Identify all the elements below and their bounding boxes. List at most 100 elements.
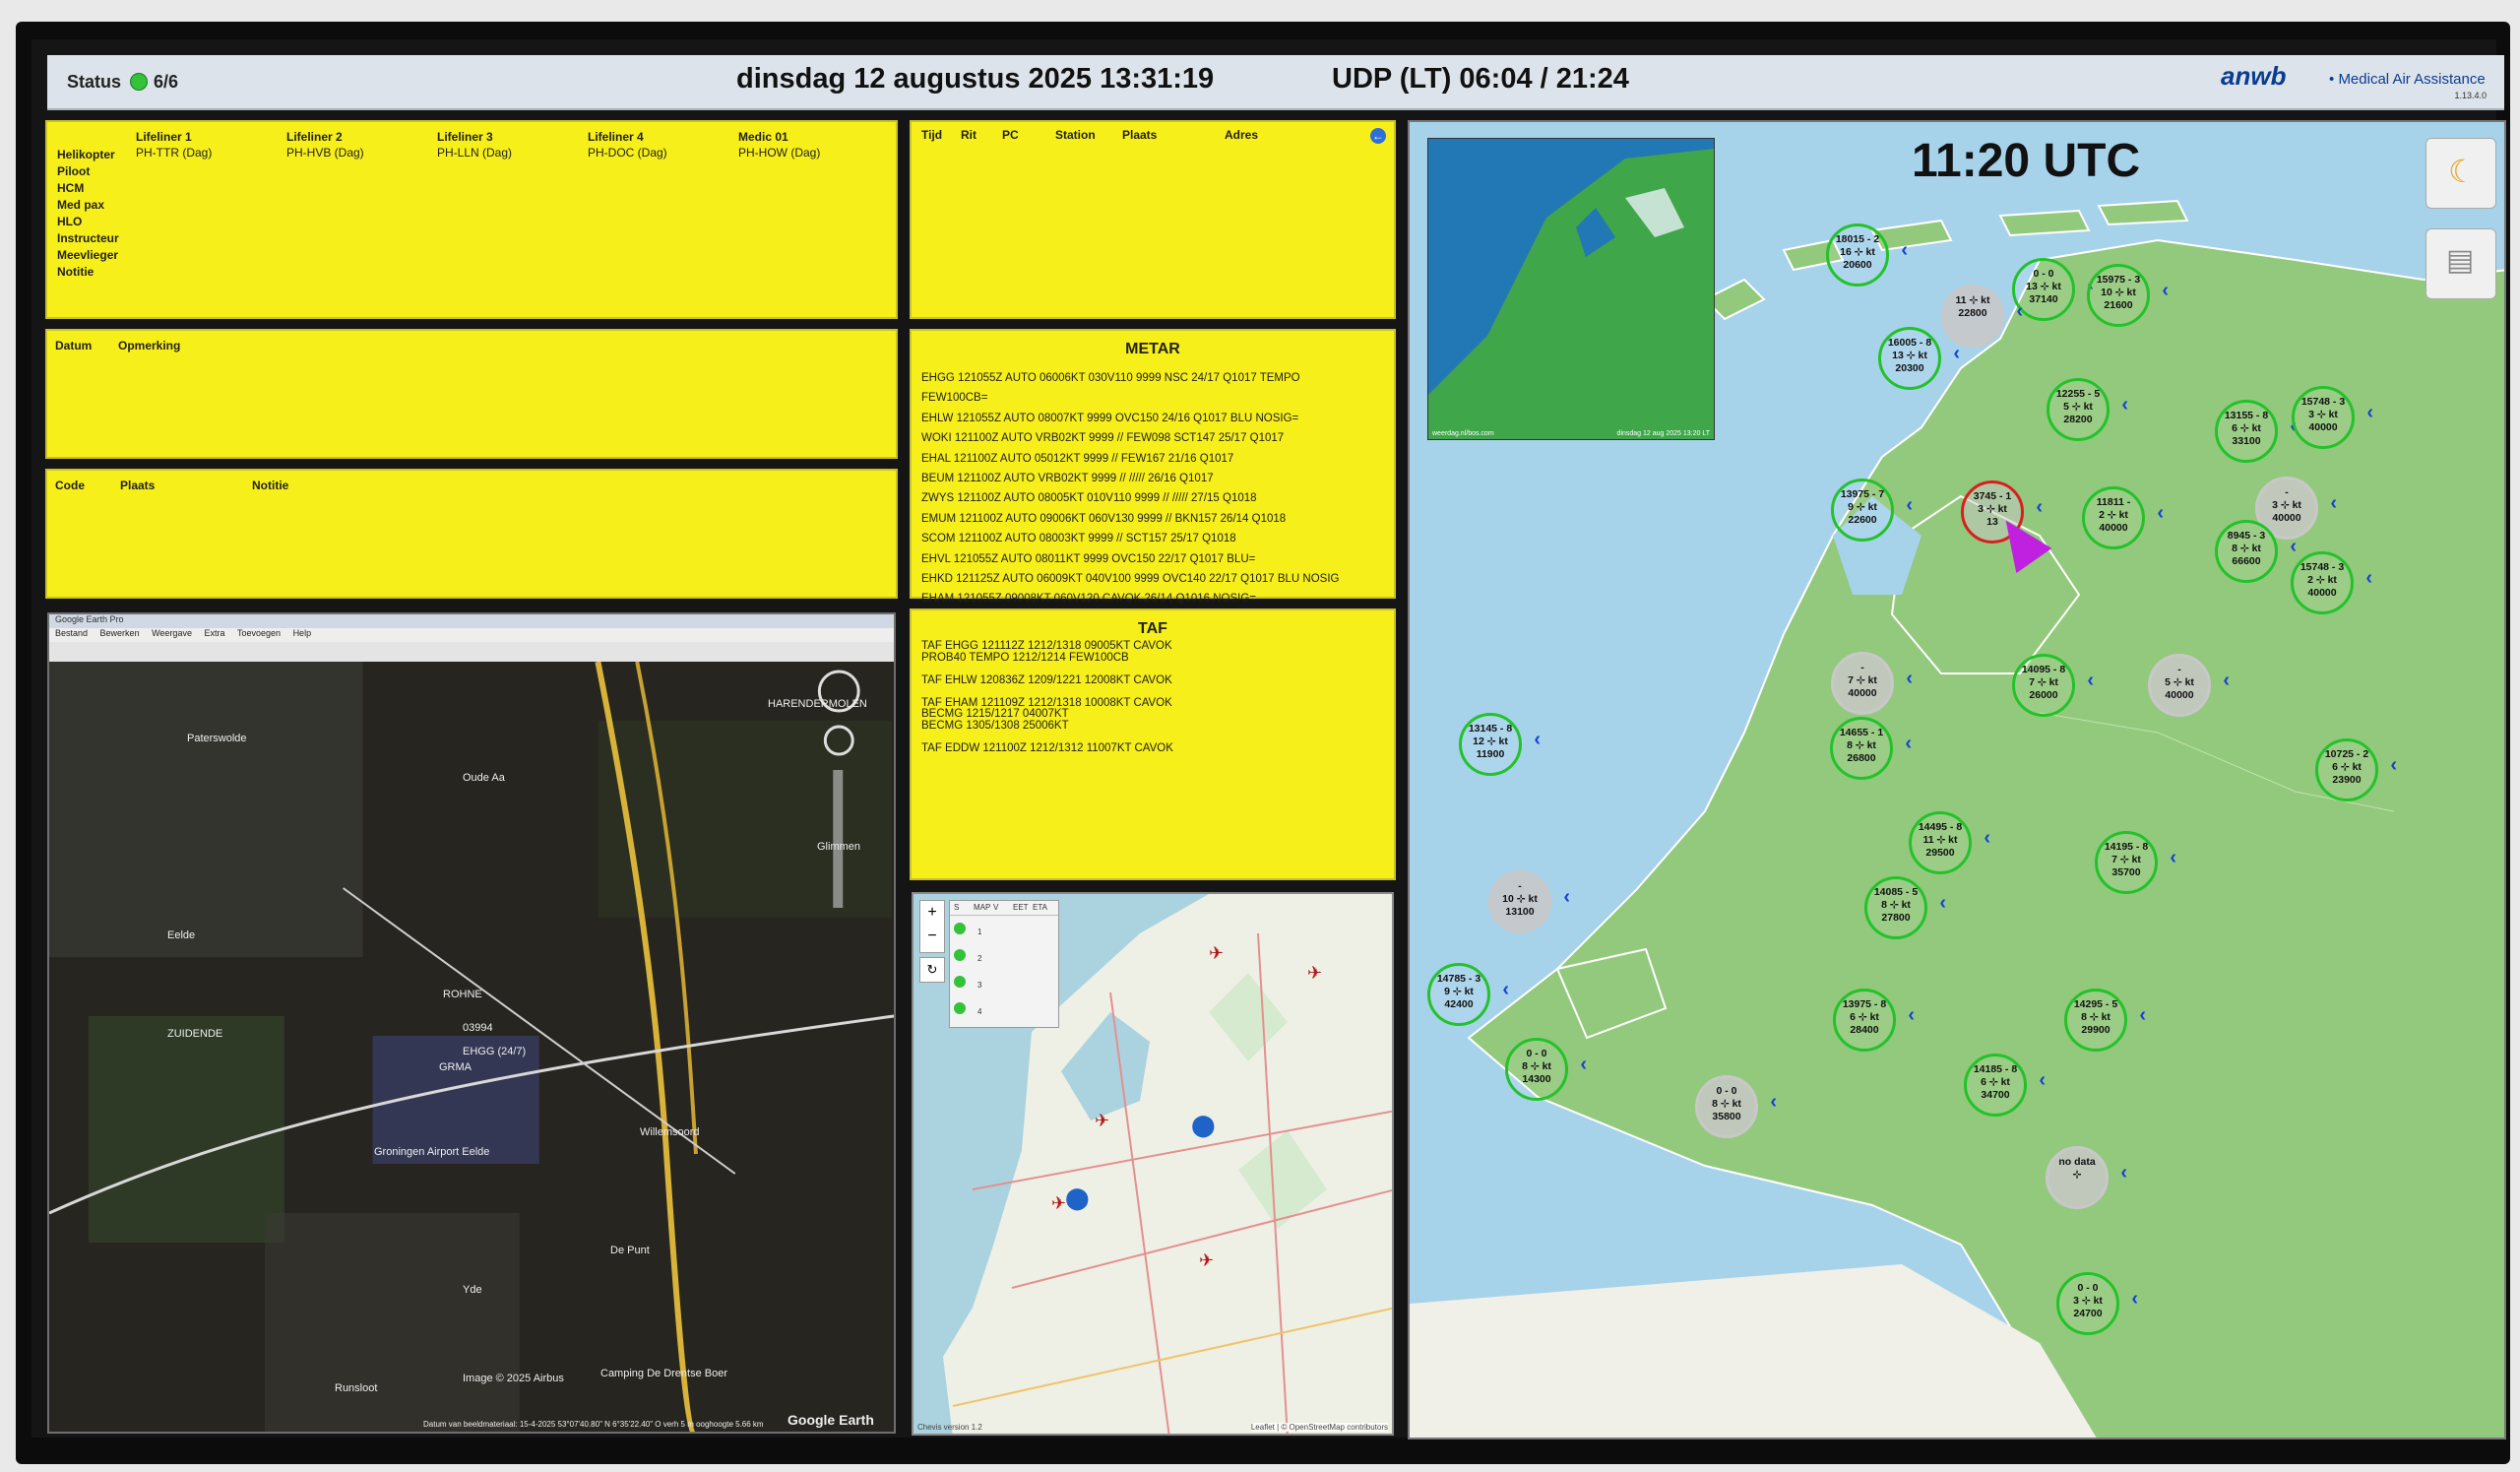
weather-station-marker[interactable]: 15975 - 3 10 ⊹ kt 21600 ‹ (2087, 264, 2169, 327)
aircraft-table-header: ETA (1033, 903, 1047, 912)
ge-map-label: De Punt (610, 1245, 650, 1256)
weather-station-marker[interactable]: 16005 - 8 13 ⊹ kt 20300 ‹ (1878, 327, 1960, 390)
station-l2: 8 ⊹ kt (1847, 739, 1876, 751)
codes-header-note: Notitie (252, 479, 289, 492)
weather-station-marker[interactable]: 0 - 08 ⊹ kt 14300 ‹ (1505, 1038, 1587, 1101)
wind-direction-icon: ‹ (2087, 670, 2094, 691)
station-l1: 14655 - 1 (1839, 727, 1884, 738)
weather-station-marker[interactable]: 13975 - 86 ⊹ kt 28400 ‹ (1833, 989, 1915, 1052)
refresh-icon[interactable]: ↻ (919, 957, 945, 983)
station-l1: 10725 - 2 (2324, 748, 2369, 760)
route-map[interactable]: + − ↻ S MAP V EET ETA 1 2 3 4 Chevis version 1.2… (912, 892, 1394, 1436)
crew-column-header[interactable]: Lifeliner 3 (437, 130, 493, 144)
ge-map-label: Runsloot (335, 1382, 378, 1394)
station-l2: 6 ⊹ kt (1981, 1076, 2010, 1088)
wind-direction-icon: ‹ (1563, 886, 1570, 908)
ge-map-label: Google Earth (788, 1412, 874, 1428)
aircraft-table-row[interactable]: 4 (954, 1002, 981, 1016)
weather-station-marker[interactable]: 14785 - 39 ⊹ kt 42400 ‹ (1427, 963, 1509, 1026)
weather-station-marker[interactable]: 14655 - 18 ⊹ kt 26800 ‹ (1830, 717, 1912, 780)
wind-direction-icon: ‹ (2162, 280, 2169, 301)
weather-station-marker[interactable]: 13155 - 86 ⊹ kt 33100 ‹ (2215, 400, 2297, 463)
back-arrow-icon[interactable]: ← (1370, 128, 1386, 144)
weather-station-marker[interactable]: 13975 - 79 ⊹ kt 22600 ‹ (1831, 479, 1913, 542)
status-label: Status (67, 72, 122, 92)
ge-menu-add[interactable]: Toevoegen (237, 628, 281, 638)
weather-station-marker[interactable]: 8945 - 38 ⊹ kt 66600 ‹ (2215, 520, 2297, 583)
weather-station-marker[interactable]: -7 ⊹ kt 40000 ‹ (1831, 652, 1913, 715)
wind-direction-icon: ‹ (2121, 394, 2128, 416)
weather-station-marker[interactable]: 10725 - 26 ⊹ kt 23900 ‹ (2315, 738, 2397, 801)
ge-menu-tools[interactable]: Extra (204, 628, 224, 638)
weather-station-marker[interactable]: -5 ⊹ kt 40000 ‹ (2148, 654, 2230, 717)
legend-button[interactable]: ▤ (2426, 228, 2496, 299)
weather-station-marker[interactable]: 14095 - 87 ⊹ kt 26000 ‹ (2012, 654, 2094, 717)
crew-column-header[interactable]: Lifeliner 2 (286, 130, 343, 144)
aircraft-table-row[interactable]: 2 (954, 949, 981, 963)
ge-map-label: Glimmen (817, 841, 861, 853)
wind-direction-icon: ‹ (2016, 300, 2023, 322)
weather-station-marker[interactable]: 0 - 08 ⊹ kt 35800 ‹ (1695, 1075, 1777, 1138)
location-pin-icon[interactable]: ⬤ (1191, 1113, 1216, 1138)
weather-station-marker[interactable]: 11811 -2 ⊹ kt 40000 ‹ (2082, 486, 2164, 549)
station-l1: 8945 - 3 (2227, 530, 2266, 542)
wind-direction-icon: ‹ (1901, 239, 1908, 261)
weather-station-marker[interactable]: 18015 - 2 16 ⊹ kt 20600 ‹ (1826, 224, 1908, 287)
crew-column-header[interactable]: Lifeliner 1 (136, 130, 192, 144)
zoom-controls[interactable]: + − (919, 900, 945, 953)
station-l1: 0 - 0 (2033, 268, 2054, 280)
crew-column-header[interactable]: Medic 01 (738, 130, 788, 144)
weather-station-marker[interactable]: 14085 - 58 ⊹ kt 27800 ‹ (1864, 876, 1946, 939)
weather-station-marker[interactable]: 0 - 03 ⊹ kt 24700 ‹ (2056, 1272, 2138, 1335)
osm-attribution[interactable]: Leaflet | © OpenStreetMap contributors (1250, 1423, 1388, 1432)
station-l1: 11811 - (2096, 496, 2131, 508)
station-l1: - (1518, 880, 1522, 892)
helicopter-icon[interactable]: ✈ (1307, 963, 1322, 984)
weather-station-marker[interactable]: -10 ⊹ kt 13100 ‹ (1488, 870, 1570, 933)
station-l2: ⊹ (2072, 1169, 2082, 1181)
remarks-header-date: Datum (55, 339, 93, 352)
weather-station-marker[interactable]: 15748 - 32 ⊹ kt 40000 ‹ (2291, 551, 2372, 614)
aircraft-number: 4 (977, 1007, 982, 1016)
station-l3: 28200 (2063, 414, 2093, 425)
weather-stations-map[interactable]: weerdag.nl/bos.com dinsdag 12 aug 2025 1… (1408, 120, 2506, 1440)
station-l1: 15975 - 3 (2096, 274, 2141, 286)
ge-menu-file[interactable]: Bestand (55, 628, 88, 638)
taf-line: BECMG 1305/1308 25006KT (921, 719, 1069, 732)
missions-header-time: Tijd (921, 128, 943, 142)
aircraft-table-row[interactable]: 3 (954, 976, 981, 990)
weather-station-marker[interactable]: 11 ⊹ kt 22800 ‹ (1941, 285, 2023, 348)
station-l2: 13 ⊹ kt (1892, 350, 1927, 361)
helicopter-icon[interactable]: ✈ (1199, 1250, 1214, 1271)
aircraft-number: 3 (977, 981, 982, 990)
station-l1: 12255 - 5 (2055, 388, 2101, 400)
ge-map-label: Datum van beeldmateriaal: 15-4-2025 53°0… (423, 1420, 764, 1429)
night-mode-button[interactable]: ☾ (2426, 138, 2496, 209)
weather-station-marker[interactable]: 14295 - 58 ⊹ kt 29900 ‹ (2064, 989, 2146, 1052)
location-pin-icon[interactable]: ⬤ (1065, 1185, 1090, 1211)
station-l2: 2 ⊹ kt (2307, 574, 2337, 586)
ge-menu-edit[interactable]: Bewerken (100, 628, 140, 638)
ge-map-label: Camping De Drentse Boer (600, 1368, 728, 1379)
weather-station-marker[interactable]: 14495 - 8 11 ⊹ kt 29500 ‹ (1909, 811, 1990, 874)
weather-station-marker[interactable]: 15748 - 33 ⊹ kt 40000 ‹ (2292, 386, 2373, 449)
helicopter-icon[interactable]: ✈ (1051, 1193, 1066, 1214)
station-l3: 23900 (2332, 774, 2362, 786)
anwb-logo: anwb (2221, 61, 2287, 91)
weather-station-marker[interactable]: 12255 - 55 ⊹ kt 28200 ‹ (2047, 378, 2128, 441)
weather-station-marker[interactable]: 13145 - 8 12 ⊹ kt 11900 ‹ (1459, 713, 1541, 776)
ge-menu-view[interactable]: Weergave (152, 628, 192, 638)
station-l3: 11900 (1476, 748, 1505, 760)
aircraft-table-row[interactable]: 1 (954, 923, 981, 936)
weather-station-marker[interactable]: no data ⊹ ‹ (2046, 1146, 2127, 1209)
missions-header-address: Adres (1225, 128, 1259, 142)
station-l2: 7 ⊹ kt (1848, 674, 1877, 686)
crew-column-header[interactable]: Lifeliner 4 (588, 130, 644, 144)
wind-direction-icon: ‹ (1906, 668, 1913, 689)
ge-toolbar[interactable] (49, 642, 894, 663)
helicopter-icon[interactable]: ✈ (1095, 1111, 1109, 1131)
weather-station-marker[interactable]: 14195 - 87 ⊹ kt 35700 ‹ (2095, 831, 2176, 894)
ge-menu-help[interactable]: Help (293, 628, 312, 638)
helicopter-icon[interactable]: ✈ (1209, 943, 1224, 964)
weather-station-marker[interactable]: 14185 - 86 ⊹ kt 34700 ‹ (1964, 1054, 2046, 1117)
